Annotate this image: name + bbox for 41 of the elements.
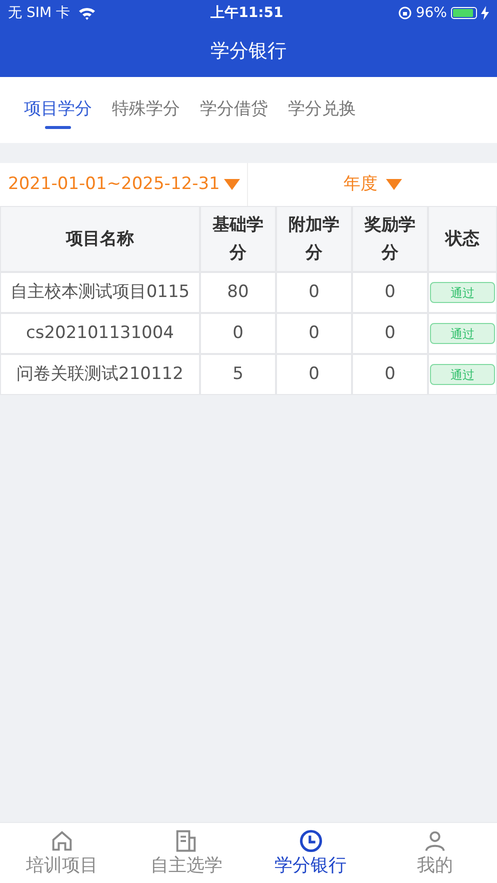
nav-tab[interactable]: 学分银行	[248, 823, 373, 883]
clock-time: 上午11:51	[210, 4, 284, 22]
column-header: 附加学分	[277, 207, 351, 271]
table-cell: 80	[201, 273, 275, 312]
table-cell: 0	[201, 314, 275, 353]
table-cell: 0	[353, 355, 427, 394]
table-cell: 0	[277, 314, 351, 353]
dropdown-triangle-icon	[224, 179, 240, 190]
table-cell: cs202101131004	[1, 314, 199, 353]
wifi-icon	[78, 6, 96, 20]
column-header: 项目名称	[1, 207, 199, 271]
rotation-lock-icon	[398, 6, 412, 20]
column-header: 奖励学分	[353, 207, 427, 271]
table-cell: 0	[353, 314, 427, 353]
nav-tab[interactable]: 我的	[372, 823, 497, 883]
battery-icon	[450, 7, 477, 19]
table-cell: 0	[353, 273, 427, 312]
status-badge: 通过	[430, 364, 495, 385]
tab-underline	[45, 126, 71, 129]
carrier-text: 无 SIM 卡	[8, 4, 70, 22]
table-cell: 问卷关联测试210112	[1, 355, 199, 394]
charging-icon	[480, 6, 489, 20]
clock-icon	[298, 828, 324, 854]
table-cell: 0	[277, 355, 351, 394]
status-badge: 通过	[430, 323, 495, 344]
page-title: 学分银行	[210, 39, 286, 64]
table-cell: 自主校本测试项目0115	[1, 273, 199, 312]
battery-percent: 96%	[416, 4, 447, 22]
nav-tab[interactable]: 自主选学	[124, 823, 248, 883]
dropdown-triangle-icon	[386, 179, 402, 190]
period-dropdown[interactable]: 年度	[248, 163, 497, 206]
column-header: 基础学分	[201, 207, 275, 271]
tab[interactable]: 特殊学分	[112, 77, 180, 143]
tab[interactable]: 项目学分	[24, 77, 92, 143]
table-cell: 0	[277, 273, 351, 312]
column-header: 状态	[429, 207, 496, 271]
table-cell: 5	[201, 355, 275, 394]
nav-tab[interactable]: 培训项目	[0, 823, 124, 883]
tab[interactable]: 学分借贷	[200, 77, 268, 143]
status-badge: 通过	[430, 282, 495, 303]
tab[interactable]: 学分兑换	[288, 77, 356, 143]
